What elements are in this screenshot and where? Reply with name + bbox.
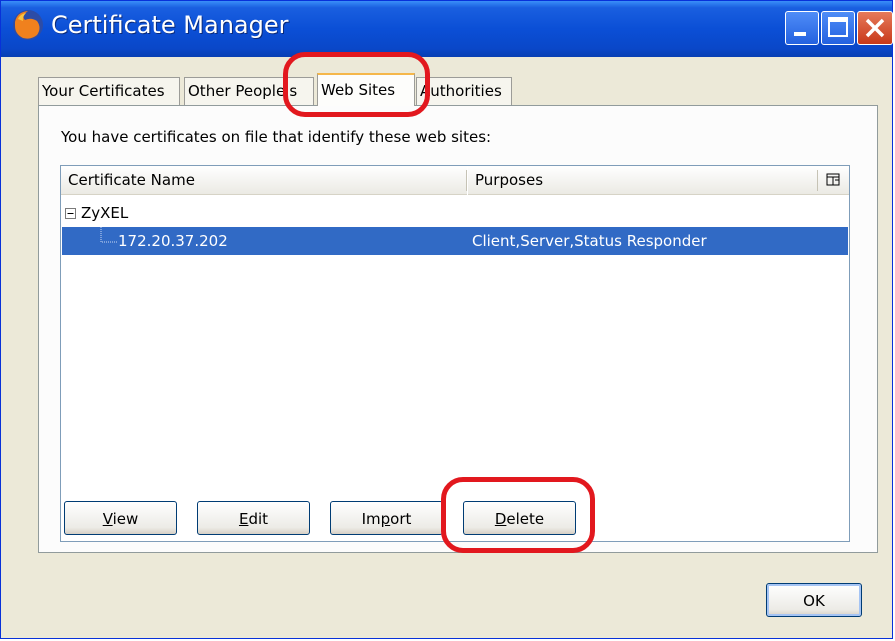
tab-label: Other People's [188,82,298,100]
button-label: elete [506,510,545,528]
button-label: ort [390,510,412,528]
import-button[interactable]: Import [330,501,443,535]
group-name: ZyXEL [81,204,129,222]
column-divider[interactable] [466,170,467,191]
collapse-icon[interactable] [65,208,76,219]
tab-label: Authorities [420,82,502,100]
certificate-tree[interactable]: Certificate Name Purposes ZyXEL 172.20.3… [60,165,850,542]
maximize-button[interactable] [821,11,855,45]
minimize-button[interactable] [785,11,819,45]
tree-connector-icon [100,227,118,243]
tab-your-certificates[interactable]: Your Certificates [38,77,180,105]
column-header-certificate-name[interactable]: Certificate Name [61,166,467,195]
tree-group-row[interactable]: ZyXEL [61,202,847,224]
mnemonic: D [494,510,507,528]
minimize-icon [794,32,806,36]
edit-button[interactable]: Edit [197,501,310,535]
tab-label: Your Certificates [42,82,165,100]
firefox-icon [13,10,43,40]
tab-authorities[interactable]: Authorities [416,77,512,105]
certificate-name: 172.20.37.202 [118,232,228,250]
view-button[interactable]: View [64,501,177,535]
mnemonic: V [102,510,113,528]
tab-other-peoples[interactable]: Other People's [184,77,314,105]
close-icon [865,18,885,38]
certificate-manager-window: Certificate Manager Your Certificates Ot… [0,0,893,639]
window-title: Certificate Manager [51,11,289,39]
column-picker-icon [826,173,840,186]
column-header-label: Purposes [475,171,544,189]
column-header-label: Certificate Name [68,171,195,189]
tab-label: Web Sites [321,81,396,99]
title-bar[interactable]: Certificate Manager [1,1,893,57]
tab-web-sites[interactable]: Web Sites [317,73,415,106]
certificate-purposes: Client,Server,Status Responder [472,232,707,250]
button-label: dit [248,510,269,528]
delete-button[interactable]: Delete [463,501,576,535]
button-label: OK [803,592,825,610]
button-label: Im [361,510,381,528]
mnemonic: p [380,510,391,528]
maximize-icon [828,17,848,37]
column-picker-button[interactable] [818,166,849,195]
column-header-purposes[interactable]: Purposes [468,166,818,195]
ok-button[interactable]: OK [766,583,862,617]
tree-item-row[interactable]: 172.20.37.202 Client,Server,Status Respo… [62,227,848,255]
close-button[interactable] [857,11,893,45]
panel-description: You have certificates on file that ident… [61,128,492,146]
button-label: iew [112,510,139,528]
